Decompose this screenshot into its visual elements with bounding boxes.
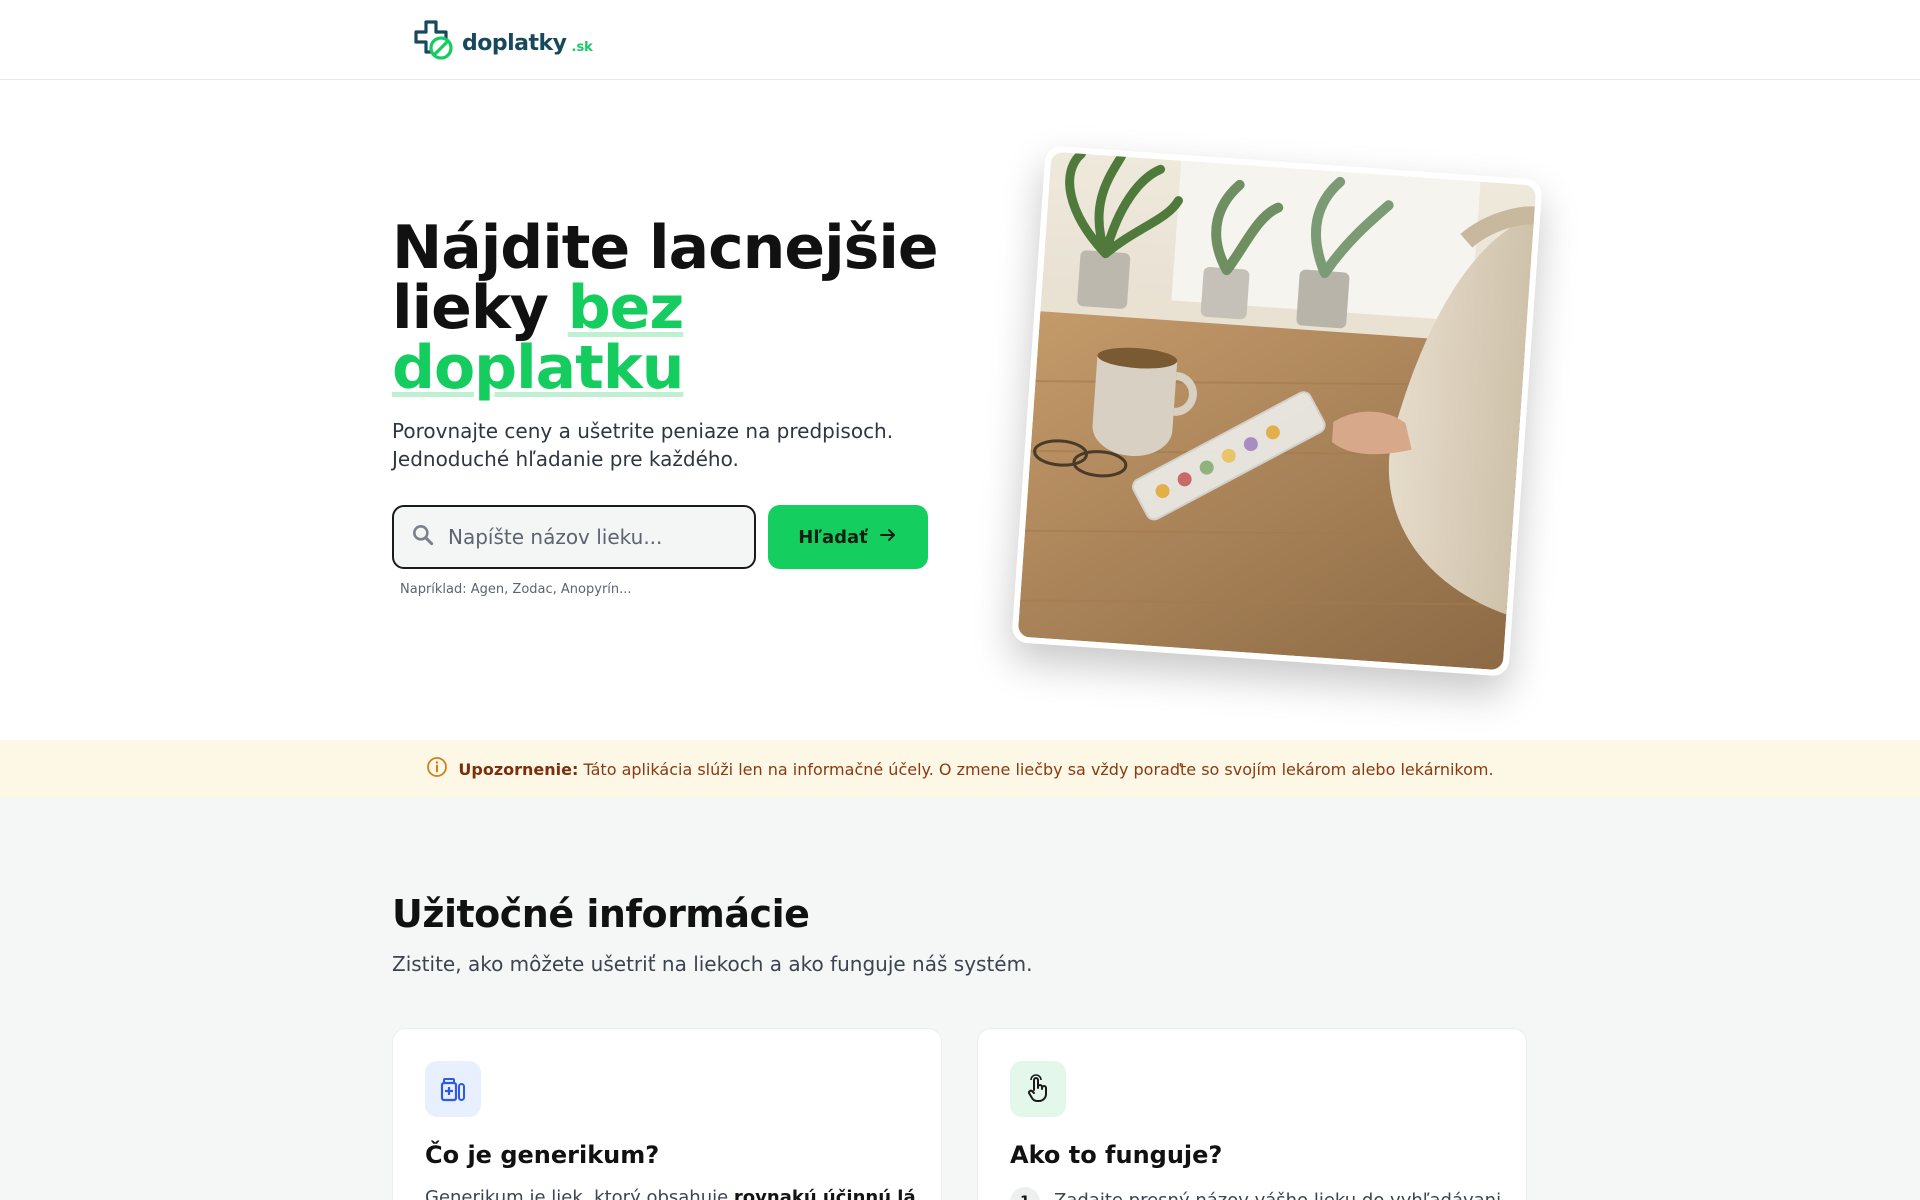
disclaimer-message: Táto aplikácia slúži len na informačné ú… [578,759,1494,779]
search-button-label: Hľadať [798,526,868,548]
hero-subtitle-line2: Jednoduché hľadanie pre každého. [392,447,739,471]
logo-link[interactable]: doplatky .sk [412,18,593,68]
site-header: doplatky .sk [0,0,1920,80]
info-card-generic: Čo je generikum? Generikum je liek, ktor… [392,1028,942,1200]
search-icon [410,522,436,552]
info-section-title: Užitočné informácie [392,892,810,936]
info-circle-icon [426,756,448,782]
info-card-body-text: Generikum je liek, ktorý obsahuje [425,1187,734,1200]
disclaimer-label: Upozornenie: [458,759,579,779]
cross-pill-logo-icon [412,18,458,68]
step-number-badge: 1 [1010,1187,1040,1200]
info-card-step: 1 Zadajte presný názov vášho lieku do vyh… [1010,1187,1500,1200]
step-text: Zadajte presný názov vášho lieku do vyhľ… [1054,1190,1500,1200]
logo-text: doplatky [462,30,567,56]
disclaimer-banner: Upozornenie: Táto aplikácia slúži len na… [0,740,1920,798]
info-card-how-it-works: Ako to funguje? 1 Zadajte presný názov vá… [977,1028,1527,1200]
logo-suffix: .sk [571,39,593,55]
hero-title: Nájdite lacnejšie lieky bez doplatku [392,218,952,398]
hero-photo-illustration [1017,151,1537,671]
disclaimer-text: Upozornenie: Táto aplikácia slúži len na… [458,760,1493,779]
arrow-right-icon [878,525,898,550]
tap-hand-icon [1010,1061,1066,1117]
search-example-hint: Napríklad: Agen, Zodac, Anopyrín... [400,582,632,597]
info-card-title: Čo je generikum? [425,1141,660,1169]
hero-subtitle: Porovnajte ceny a ušetrite peniaze na pr… [392,417,952,473]
info-card-body-bold: rovnakú účinnú látku [733,1187,915,1200]
hero-subtitle-line1: Porovnajte ceny a ušetrite peniaze na pr… [392,419,894,443]
info-card-body: Generikum je liek, ktorý obsahuje rovnak… [425,1187,915,1200]
search-box[interactable] [392,505,756,569]
info-card-title: Ako to funguje? [1010,1141,1223,1169]
info-section-subtitle: Zistite, ako môžete ušetriť na liekoch a… [392,952,1033,976]
search-input[interactable] [448,525,738,549]
search-button[interactable]: Hľadať [768,505,928,569]
hero-photo-card [1011,145,1543,677]
medicine-icon [425,1061,481,1117]
hero-photo [1001,135,1554,688]
info-section [0,798,1920,1200]
